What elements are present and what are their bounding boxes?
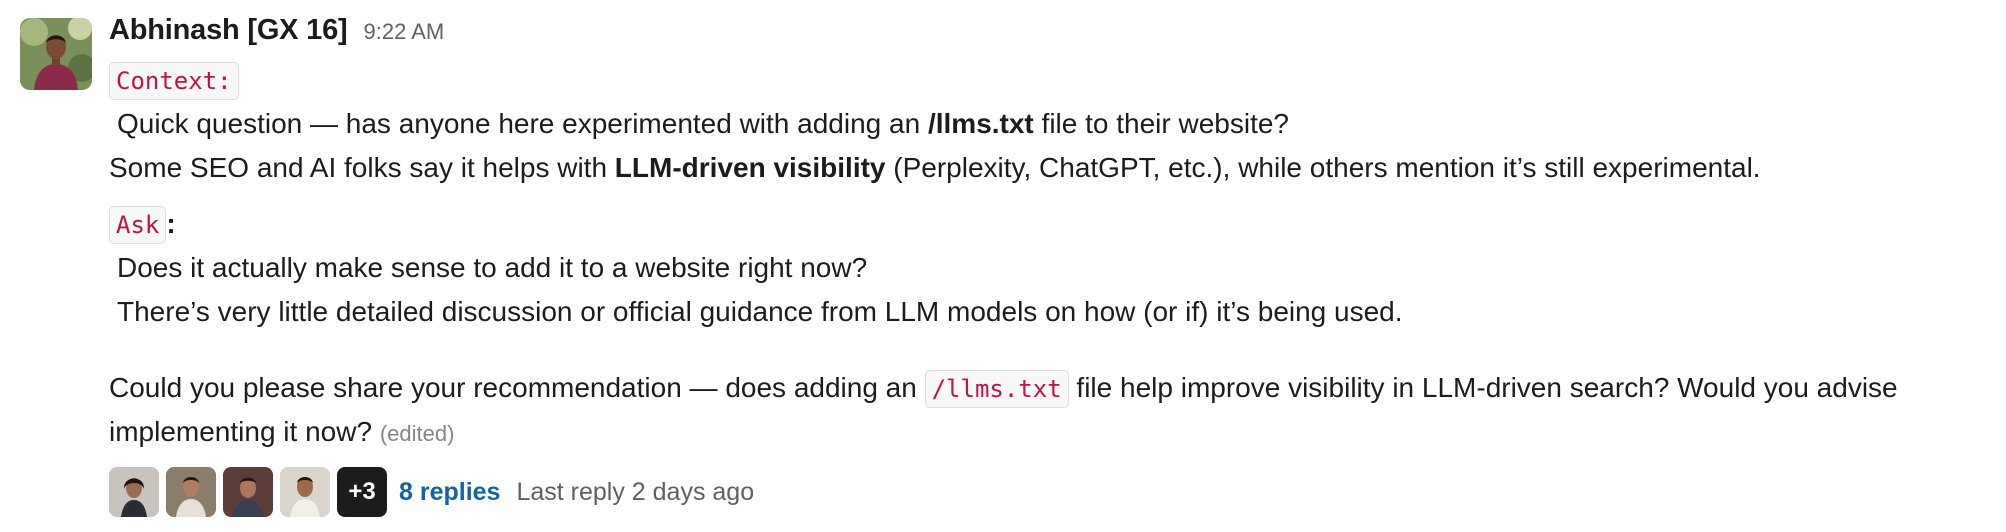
author-avatar[interactable] — [20, 18, 92, 90]
edited-label: (edited) — [379, 421, 455, 446]
question-bold-filename: /llms.txt — [927, 108, 1034, 139]
question-line: Quick question — has anyone here experim… — [109, 102, 1989, 146]
context-code: Context: — [109, 62, 239, 100]
author-name[interactable]: Abhinash [GX 16] — [109, 14, 348, 47]
ask-line-2: There’s very little detailed discussion … — [117, 296, 1403, 327]
context-text-start: Some SEO and AI folks say it helps with — [109, 152, 615, 183]
reply-avatar-4 — [280, 467, 330, 517]
ask-line-1: Does it actually make sense to add it to… — [117, 252, 868, 283]
replies-link[interactable]: 8 replies — [399, 478, 500, 507]
ask-heading: Ask: — [109, 202, 1989, 246]
last-reply-text: Last reply 2 days ago — [516, 477, 755, 506]
context-bold-phrase: LLM-driven visibility — [614, 152, 886, 183]
recommendation-text-end: file help improve visibility in LLM-driv… — [1068, 372, 1898, 403]
message-header: Abhinash [GX 16] 9:22 AM — [109, 14, 1989, 58]
reply-avatar-1 — [109, 467, 159, 517]
message-timestamp[interactable]: 9:22 AM — [364, 19, 445, 45]
recommendation-line-2: implementing it now? (edited) — [109, 410, 1989, 456]
context-text-end: (Perplexity, ChatGPT, etc.), while other… — [885, 152, 1761, 183]
ask-code: Ask — [109, 206, 167, 244]
question-text-start: Quick question — has anyone here experim… — [117, 108, 928, 139]
question-text-end: file to their website? — [1033, 108, 1290, 139]
recommendation-text-final: implementing it now? — [109, 416, 373, 447]
reply-avatar-3 — [223, 467, 273, 517]
ask-colon: : — [166, 208, 176, 239]
reply-avatar-2 — [166, 467, 216, 517]
recommendation-line: Could you please share your recommendati… — [109, 366, 1989, 410]
context-heading: Context: — [109, 58, 1989, 102]
recommendation-code: /llms.txt — [924, 370, 1069, 408]
thread-summary[interactable]: +3 8 replies Last reply 2 days ago — [109, 466, 1989, 518]
context-line: Some SEO and AI folks say it helps with … — [109, 146, 1989, 190]
recommendation-text-start: Could you please share your recommendati… — [109, 372, 925, 403]
more-repliers-badge: +3 — [337, 467, 387, 517]
message-content: Abhinash [GX 16] 9:22 AM Context: Quick … — [109, 14, 1989, 518]
